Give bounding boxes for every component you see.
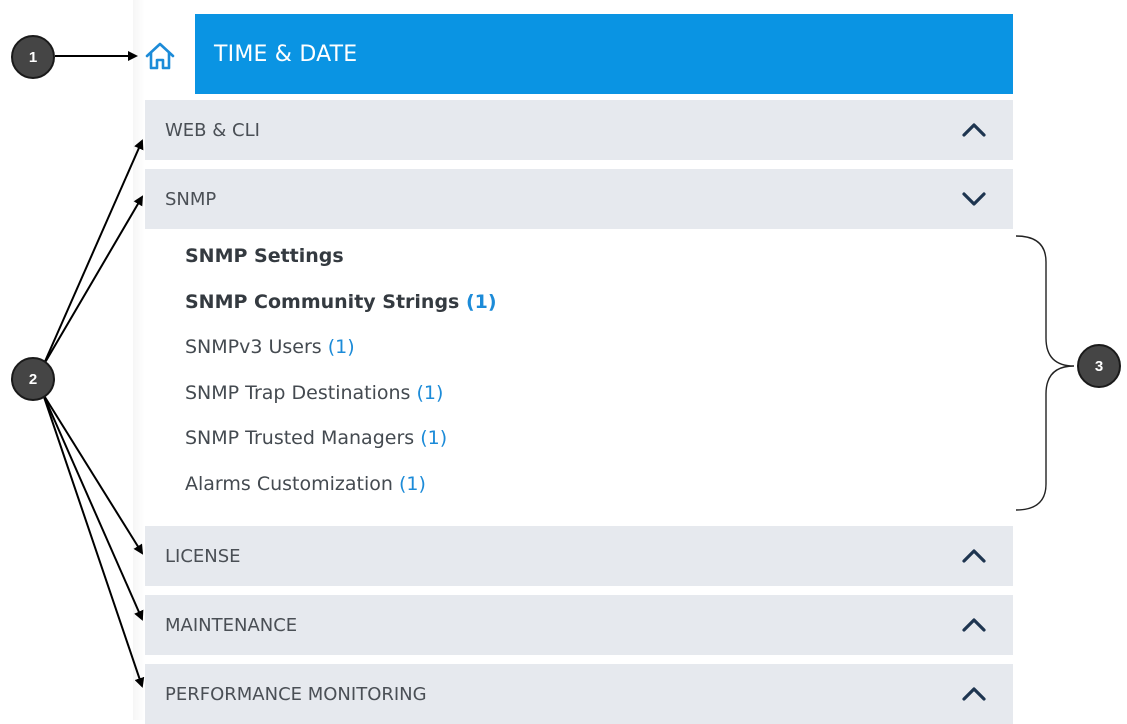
item-count: (1) <box>327 336 355 358</box>
menu-edge-shadow <box>133 0 145 720</box>
chevron-down-icon <box>962 192 986 206</box>
arrow-2c <box>42 393 144 555</box>
callout-number: 1 <box>28 48 38 66</box>
callout-2: 2 <box>11 357 55 401</box>
submenu-item-snmp-trusted-managers[interactable]: SNMP Trusted Managers (1) <box>185 420 965 466</box>
callout-number: 2 <box>28 370 38 388</box>
section-license[interactable]: LICENSE <box>145 526 1013 586</box>
chevron-up-icon <box>962 618 986 632</box>
callout-3: 3 <box>1077 344 1121 388</box>
submenu-item-alarms-customization[interactable]: Alarms Customization (1) <box>185 466 965 512</box>
section-label: PERFORMANCE MONITORING <box>165 683 427 705</box>
item-label: SNMPv3 Users <box>185 336 322 358</box>
callout-number: 3 <box>1094 357 1104 375</box>
item-count: (1) <box>398 472 426 495</box>
submenu-item-snmp-settings[interactable]: SNMP Settings <box>185 238 965 284</box>
submenu-item-snmpv3-users[interactable]: SNMPv3 Users (1) <box>185 329 965 375</box>
section-label: MAINTENANCE <box>165 614 298 636</box>
item-label: SNMP Trusted Managers <box>185 427 415 449</box>
callout-1: 1 <box>11 35 55 79</box>
home-icon <box>145 42 175 70</box>
snmp-submenu: SNMP Settings SNMP Community Strings (1)… <box>185 238 965 511</box>
callout-arrows <box>42 51 145 688</box>
section-label: LICENSE <box>165 545 241 567</box>
item-count: (1) <box>465 290 497 313</box>
submenu-bracket <box>1015 235 1075 511</box>
section-web-cli[interactable]: WEB & CLI <box>145 100 1013 160</box>
section-snmp[interactable]: SNMP <box>145 169 1013 229</box>
home-button[interactable] <box>140 36 180 76</box>
arrow-2b <box>42 195 144 367</box>
section-label: SNMP <box>165 188 217 210</box>
submenu-item-snmp-trap-destinations[interactable]: SNMP Trap Destinations (1) <box>185 375 965 421</box>
page-title: TIME & DATE <box>214 41 358 67</box>
arrow-2d <box>42 393 144 621</box>
submenu-item-snmp-community-strings[interactable]: SNMP Community Strings (1) <box>185 284 965 330</box>
arrow-2a <box>42 139 144 367</box>
item-label: SNMP Community Strings <box>185 290 460 313</box>
chevron-up-icon <box>962 549 986 563</box>
item-count: (1) <box>416 381 444 404</box>
section-performance-monitoring[interactable]: PERFORMANCE MONITORING <box>145 664 1013 724</box>
chevron-up-icon <box>962 687 986 701</box>
page-title-bar: TIME & DATE <box>195 14 1013 94</box>
item-count: (1) <box>420 427 448 449</box>
section-maintenance[interactable]: MAINTENANCE <box>145 595 1013 655</box>
chevron-up-icon <box>962 123 986 137</box>
item-label: SNMP Trap Destinations <box>185 381 411 404</box>
arrow-2e <box>42 393 145 688</box>
section-label: WEB & CLI <box>165 119 260 141</box>
item-label: SNMP Settings <box>185 245 344 267</box>
item-label: Alarms Customization <box>185 472 393 495</box>
